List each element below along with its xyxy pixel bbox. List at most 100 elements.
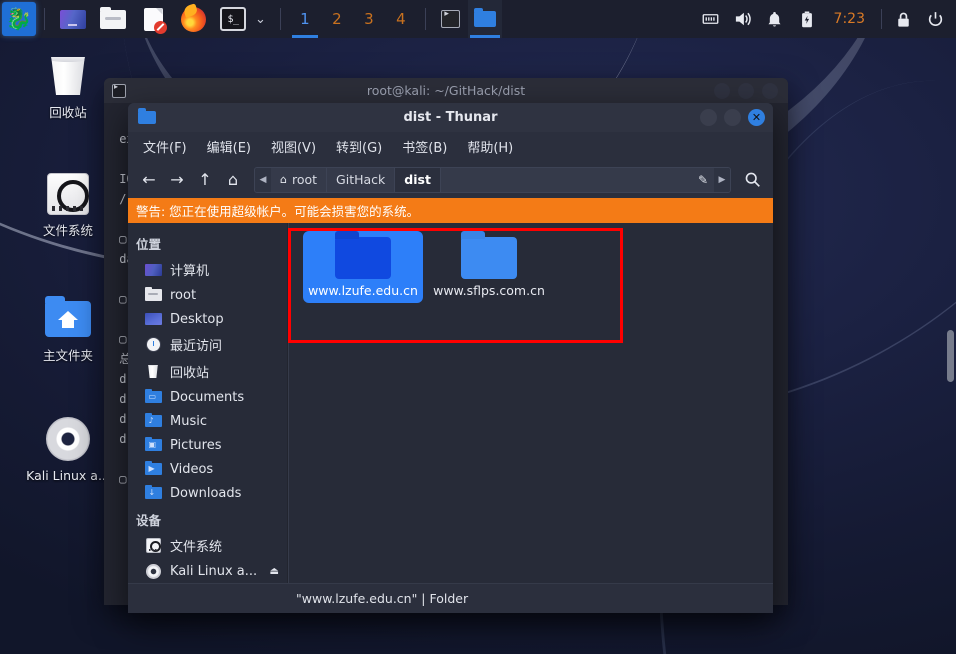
document-icon [143,7,167,34]
menu-file[interactable]: 文件(F) [134,133,196,160]
kali-dragon-icon[interactable]: 🐉 [2,2,36,36]
sidebar-item-label: Videos [170,461,214,477]
sidebar-item-trash[interactable]: 回收站 [128,358,287,385]
file-item-lzufe[interactable]: www.lzufe.edu.cn [303,231,423,303]
sidebar-item-computer[interactable]: 计算机 [128,256,287,283]
up-button[interactable]: ↑ [192,167,218,193]
terminal-title: root@kali: ~/GitHack/dist [366,83,526,98]
file-view[interactable]: www.lzufe.edu.cn www.sflps.com.cn [288,223,773,583]
lock-screen-icon[interactable] [888,0,918,38]
home-button[interactable]: ⌂ [220,167,246,193]
sidebar-item-pictures[interactable]: ▣ Pictures [128,433,287,457]
music-folder-icon: ♪ [144,412,162,429]
sidebar-item-desktop[interactable]: Desktop [128,307,287,331]
home-icon: ⌂ [280,173,287,186]
status-bar: "www.lzufe.edu.cn" | Folder [128,583,773,613]
sidebar-item-label: Pictures [170,437,222,453]
sidebar-item-label: Downloads [170,485,242,501]
system-tray[interactable]: 7:23 [696,0,956,38]
sidebar-places-header: 位置 [136,237,162,252]
launcher-root-terminal[interactable]: $_ [218,5,248,33]
chevron-down-icon[interactable]: ⌄ [255,12,266,27]
back-button[interactable]: ← [136,167,162,193]
sidebar-item-label: 文件系统 [170,540,223,555]
taskbar-panel[interactable]: 🐉 $_ ⌄ 1 2 3 4 ▸ 7:23 [0,0,956,38]
crumb-dist[interactable]: dist [395,167,441,192]
sidebar-item-videos[interactable]: ▶ Videos [128,457,287,481]
panel-separator [881,9,882,29]
file-item-sflps[interactable]: www.sflps.com.cn [429,231,549,303]
thunar-menubar[interactable]: 文件(F) 编辑(E) 视图(V) 转到(G) 书签(B) 帮助(H) [128,132,773,161]
menu-go[interactable]: 转到(G) [327,133,391,160]
thunar-window[interactable]: dist - Thunar ✕ 文件(F) 编辑(E) 视图(V) 转到(G) … [128,103,773,613]
videos-folder-icon: ▶ [144,460,162,477]
sidebar-item-label: 回收站 [170,366,210,381]
thunar-titlebar[interactable]: dist - Thunar ✕ [128,103,773,132]
sidebar-item-label: Documents [170,389,245,405]
crumb-root[interactable]: ⌂ root [271,167,328,192]
workspace-4[interactable]: 4 [385,0,417,38]
path-empty-area[interactable] [440,167,692,192]
eject-icon[interactable]: ⏏ [270,566,279,577]
terminal-icon [441,9,461,28]
white-folder-icon [100,6,126,29]
sidebar-item-filesystem[interactable]: 文件系统 [128,532,287,559]
workspace-3[interactable]: 3 [353,0,385,38]
desktop-icon [144,311,162,327]
sidebar-item-downloads[interactable]: ↓ Downloads [128,481,287,505]
chevron-right-icon[interactable]: ▶ [714,167,730,192]
sidebar-item-kali-media[interactable]: Kali Linux a... ⏏ [128,559,287,583]
thunar-toolbar[interactable]: ← → ↑ ⌂ ◀ ⌂ root GitHack dist ✎ ▶ [128,161,773,198]
workspace-2[interactable]: 2 [321,0,353,38]
menu-view[interactable]: 视图(V) [262,133,325,160]
forward-button[interactable]: → [164,167,190,193]
sidebar-item-label: Desktop [170,311,224,327]
file-list[interactable]: www.lzufe.edu.cn www.sflps.com.cn [289,223,773,303]
thunar-minimize-button[interactable] [700,109,717,126]
workspace-1[interactable]: 1 [289,0,321,38]
launcher-text-editor[interactable] [138,5,168,34]
launcher-web-browser[interactable] [178,5,208,33]
crumb-label: root [291,172,318,187]
purple-terminal-icon [60,9,86,29]
documents-folder-icon: ▭ [144,388,162,405]
sidebar-item-root[interactable]: root [128,283,287,307]
vertical-scrollbar[interactable] [947,330,954,382]
sidebar-item-label: Music [170,413,207,429]
thunar-maximize-button[interactable] [724,109,741,126]
taskbar-terminal-window-button[interactable] [434,0,468,38]
network-icon[interactable] [696,0,726,38]
crumb-githack[interactable]: GitHack [327,167,396,192]
edit-path-icon[interactable]: ✎ [692,167,714,192]
search-icon[interactable] [739,167,765,193]
breadcrumb[interactable]: ◀ ⌂ root GitHack dist ✎ ▶ [254,166,731,193]
terminal-titlebar[interactable]: root@kali: ~/GitHack/dist [104,78,788,103]
thunar-close-button[interactable]: ✕ [748,109,765,126]
menu-edit[interactable]: 编辑(E) [198,133,260,160]
logout-icon[interactable] [920,0,950,38]
menu-help[interactable]: 帮助(H) [458,133,522,160]
sidebar-item-documents[interactable]: ▭ Documents [128,385,287,409]
clock-icon [144,337,162,353]
battery-icon[interactable] [792,0,822,38]
sidebar-devices-header: 设备 [136,513,162,528]
launcher-file-manager[interactable] [98,5,128,33]
pictures-folder-icon: ▣ [144,436,162,453]
panel-separator [424,8,426,30]
volume-icon[interactable] [728,0,758,38]
sidebar-item-recent[interactable]: 最近访问 [128,331,287,358]
computer-icon [144,262,162,278]
thunar-window-controls[interactable]: ✕ [700,109,773,126]
terminal-prompt-icon: $_ [220,7,246,31]
notification-bell-icon[interactable] [760,0,790,38]
menu-bookmarks[interactable]: 书签(B) [393,133,456,160]
file-item-label: www.sflps.com.cn [433,283,545,298]
sidebar-item-label: Kali Linux a... [170,563,258,579]
sidebar[interactable]: 位置 计算机 root Desktop 最近访问 回收站 ▭ Documents… [128,223,288,583]
downloads-folder-icon: ↓ [144,484,162,501]
chevron-left-icon[interactable]: ◀ [255,167,271,192]
clock[interactable]: 7:23 [824,11,875,27]
taskbar-thunar-window-button[interactable] [467,0,502,38]
launcher-terminal-emulator[interactable] [58,5,88,33]
sidebar-item-music[interactable]: ♪ Music [128,409,287,433]
